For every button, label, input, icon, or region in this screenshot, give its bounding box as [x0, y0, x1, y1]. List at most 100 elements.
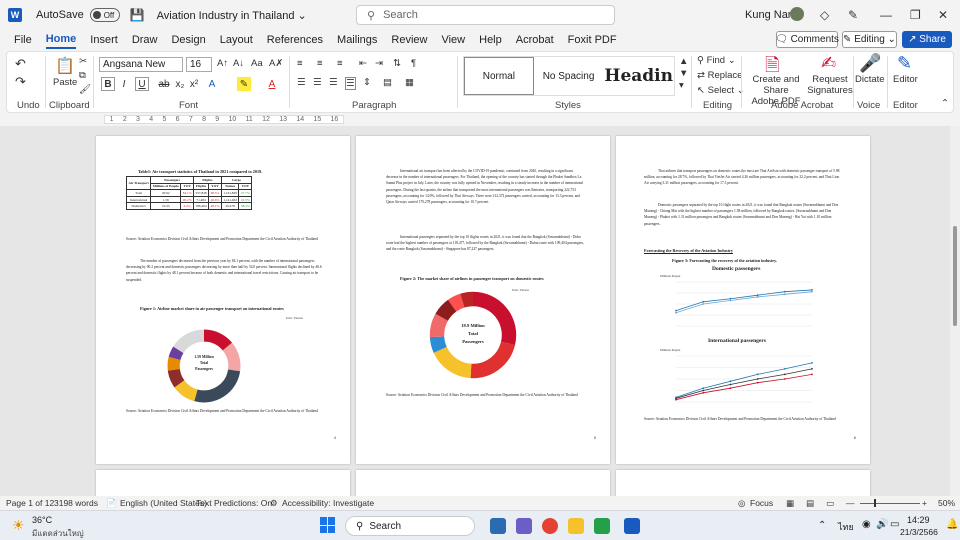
clear-formatting-icon[interactable]: A✗: [269, 58, 283, 69]
web-layout-icon[interactable]: ▭: [826, 498, 834, 509]
word-count[interactable]: 3198 words: [54, 498, 98, 508]
line-spacing-icon[interactable]: ⇕: [363, 77, 371, 88]
collapse-ribbon-icon[interactable]: ⌃: [941, 98, 949, 109]
weather-icon[interactable]: ☀: [12, 517, 25, 534]
increase-indent-icon[interactable]: ⇥: [375, 58, 383, 69]
weather-temp[interactable]: 36°C: [32, 515, 52, 525]
decrease-indent-icon[interactable]: ⇤: [359, 58, 367, 69]
style-no-spacing[interactable]: No Spacing: [534, 57, 604, 95]
strikethrough-button[interactable]: ab: [157, 77, 171, 91]
undo-icon[interactable]: ↶: [15, 56, 26, 72]
change-case-icon[interactable]: Aa: [251, 58, 263, 69]
paste-button[interactable]: Paste: [53, 77, 77, 88]
teams-icon[interactable]: [516, 518, 532, 534]
notifications-icon[interactable]: 🔔: [946, 519, 958, 530]
clock-date[interactable]: 21/3/2566: [900, 527, 938, 537]
word-taskbar-icon[interactable]: [624, 518, 640, 534]
chrome-icon[interactable]: [542, 518, 558, 534]
align-center-icon[interactable]: ☰: [313, 77, 322, 88]
grow-font-icon[interactable]: A↑: [217, 58, 228, 69]
share-button[interactable]: ↗ Share: [902, 31, 952, 48]
menu-tab-design[interactable]: Design: [171, 32, 205, 48]
clock-time[interactable]: 14:29: [907, 515, 930, 525]
shrink-font-icon[interactable]: A↓: [233, 58, 244, 69]
accessibility-status[interactable]: Accessibility: Investigate: [282, 498, 374, 508]
editor-icon[interactable]: ✎: [897, 53, 912, 74]
subscript-button[interactable]: x₂: [173, 77, 187, 91]
show-hidden-icon[interactable]: ⌃: [818, 520, 826, 531]
taskbar-search[interactable]: ⚲ Search: [345, 516, 475, 536]
find-button[interactable]: ⚲ Find ⌄: [697, 55, 736, 66]
copy-icon[interactable]: ⧉: [79, 70, 86, 81]
borders-icon[interactable]: ▦: [405, 77, 414, 88]
menu-tab-draw[interactable]: Draw: [132, 32, 158, 48]
accessibility-icon[interactable]: ⚙: [270, 498, 278, 509]
proofing-icon[interactable]: 📄: [106, 498, 117, 509]
battery-icon[interactable]: ▭: [890, 519, 899, 530]
font-size-dropdown[interactable]: 16: [186, 57, 212, 72]
page-4[interactable]: Table1: Air transport statistics of Thai…: [96, 136, 350, 464]
align-right-icon[interactable]: ☰: [329, 77, 338, 88]
zoom-out-icon[interactable]: —: [846, 498, 855, 508]
show-marks-icon[interactable]: ¶: [411, 58, 416, 69]
scroll-thumb[interactable]: [953, 226, 957, 326]
editor-button[interactable]: Editor: [893, 74, 918, 85]
request-signatures-icon[interactable]: ✍: [821, 53, 836, 74]
editing-mode-button[interactable]: ✎ Editing ⌄: [842, 31, 897, 48]
page-next[interactable]: [356, 470, 610, 496]
align-left-icon[interactable]: ☰: [297, 77, 306, 88]
wifi-icon[interactable]: ◉: [862, 519, 871, 530]
ruler-marks[interactable]: 1 2 3 4 5 6 7 8 9 10 11 12 13 14 15 16: [104, 115, 344, 124]
bullets-icon[interactable]: ≡: [297, 58, 303, 69]
focus-button[interactable]: Focus: [750, 498, 773, 508]
weather-desc[interactable]: มีแดดส่วนใหญ่: [32, 527, 84, 540]
numbering-icon[interactable]: ≡: [317, 58, 323, 69]
styles-scroll-up-icon[interactable]: ▲: [679, 56, 688, 67]
comments-button[interactable]: 🗨 Comments: [775, 31, 839, 48]
autosave-toggle[interactable]: Off: [89, 8, 120, 22]
menu-tab-help[interactable]: Help: [479, 32, 502, 48]
start-icon[interactable]: [320, 517, 336, 533]
superscript-button[interactable]: x²: [187, 77, 201, 91]
close-icon[interactable]: ✕: [938, 8, 948, 22]
page-next[interactable]: [96, 470, 350, 496]
format-painter-icon[interactable]: 🖌: [79, 84, 91, 95]
task-view-icon[interactable]: [490, 518, 506, 534]
font-color-icon[interactable]: A: [265, 77, 279, 91]
select-button[interactable]: ↖ Select ⌄: [697, 85, 745, 96]
text-predictions-status[interactable]: Text Predictions: On: [196, 498, 272, 508]
sort-icon[interactable]: ⇅: [393, 58, 401, 69]
menu-tab-view[interactable]: View: [441, 32, 465, 48]
menu-tab-mailings[interactable]: Mailings: [337, 32, 377, 48]
styles-more-icon[interactable]: ▾: [679, 80, 684, 91]
pen-icon[interactable]: ✎: [848, 8, 858, 22]
focus-icon[interactable]: ◎: [738, 498, 745, 509]
restore-icon[interactable]: ❐: [910, 8, 921, 22]
page-count[interactable]: Page 1 of 12: [6, 498, 54, 508]
underline-button[interactable]: U: [135, 77, 149, 91]
read-mode-icon[interactable]: ▦: [786, 498, 794, 509]
page-6[interactable]: Thai airlines that transport passengers …: [616, 136, 870, 464]
menu-tab-references[interactable]: References: [267, 32, 323, 48]
menu-tab-file[interactable]: File: [14, 32, 32, 48]
dictate-button[interactable]: Dictate: [855, 74, 885, 85]
volume-icon[interactable]: 🔊: [876, 519, 888, 530]
italic-button[interactable]: I: [117, 77, 131, 91]
styles-scroll-down-icon[interactable]: ▼: [679, 68, 688, 79]
line-icon[interactable]: [594, 518, 610, 534]
zoom-level[interactable]: 50%: [938, 498, 955, 508]
shading-icon[interactable]: ▤: [383, 77, 392, 88]
menu-tab-insert[interactable]: Insert: [90, 32, 118, 48]
menu-tab-foxit-pdf[interactable]: Foxit PDF: [568, 32, 617, 48]
page-next[interactable]: [616, 470, 870, 496]
redo-icon[interactable]: ↷: [15, 74, 26, 90]
diamond-icon[interactable]: ◇: [820, 8, 829, 22]
menu-tab-review[interactable]: Review: [391, 32, 427, 48]
minimize-icon[interactable]: —: [880, 8, 892, 22]
style-heading[interactable]: Headin: [603, 57, 674, 95]
language-status[interactable]: English (United States): [120, 498, 207, 508]
save-icon[interactable]: 💾: [130, 8, 145, 22]
search-input[interactable]: ⚲ Search: [356, 5, 615, 25]
clipboard-icon[interactable]: 📋: [55, 56, 75, 76]
document-title[interactable]: Aviation Industry in Thailand ⌄: [157, 9, 307, 22]
